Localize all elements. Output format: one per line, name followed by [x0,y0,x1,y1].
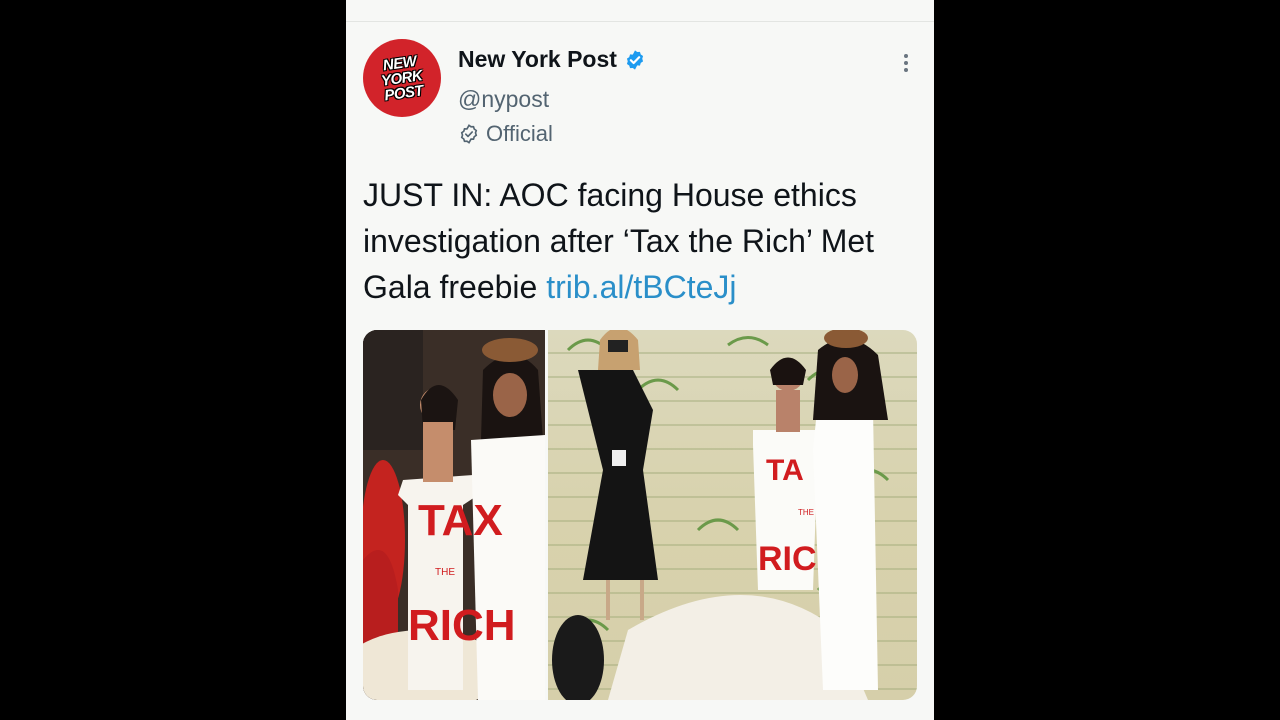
verified-badge-icon [626,49,644,70]
dress-text-tax: TAX [418,496,503,545]
account-name[interactable]: New York Post [458,46,617,73]
tweet-link[interactable]: trib.al/tBCteJj [546,269,736,305]
avatar-logo-text: NEW YORK POST [380,52,425,104]
account-handle[interactable]: @nypost [458,86,549,113]
dress-text-rich: RICH [408,601,516,650]
photo-2-scene: TA THE RIC [552,330,890,700]
svg-text:TA: TA [766,454,804,487]
media-photo-1[interactable]: TAX THE RICH [363,330,545,700]
photo-1-scene: TAX THE RICH [363,330,545,700]
dress-text-the: THE [435,567,455,578]
more-options-icon[interactable] [894,50,918,76]
svg-text:RIC: RIC [758,540,817,578]
tweet-card: NEW YORK POST New York Post @nypost Offi… [346,0,934,720]
svg-text:THE: THE [798,508,814,517]
official-label: Official [458,121,553,147]
media-grid: TAX THE RICH TA THE RIC [363,330,917,700]
media-photo-2[interactable]: TA THE RIC [548,330,917,700]
tweet-text: JUST IN: AOC facing House ethics investi… [363,172,923,310]
official-label-text: Official [486,121,553,146]
top-divider [346,21,934,22]
account-name-row[interactable]: New York Post [458,46,646,73]
avatar[interactable]: NEW YORK POST [363,39,441,117]
official-check-icon [460,124,478,144]
